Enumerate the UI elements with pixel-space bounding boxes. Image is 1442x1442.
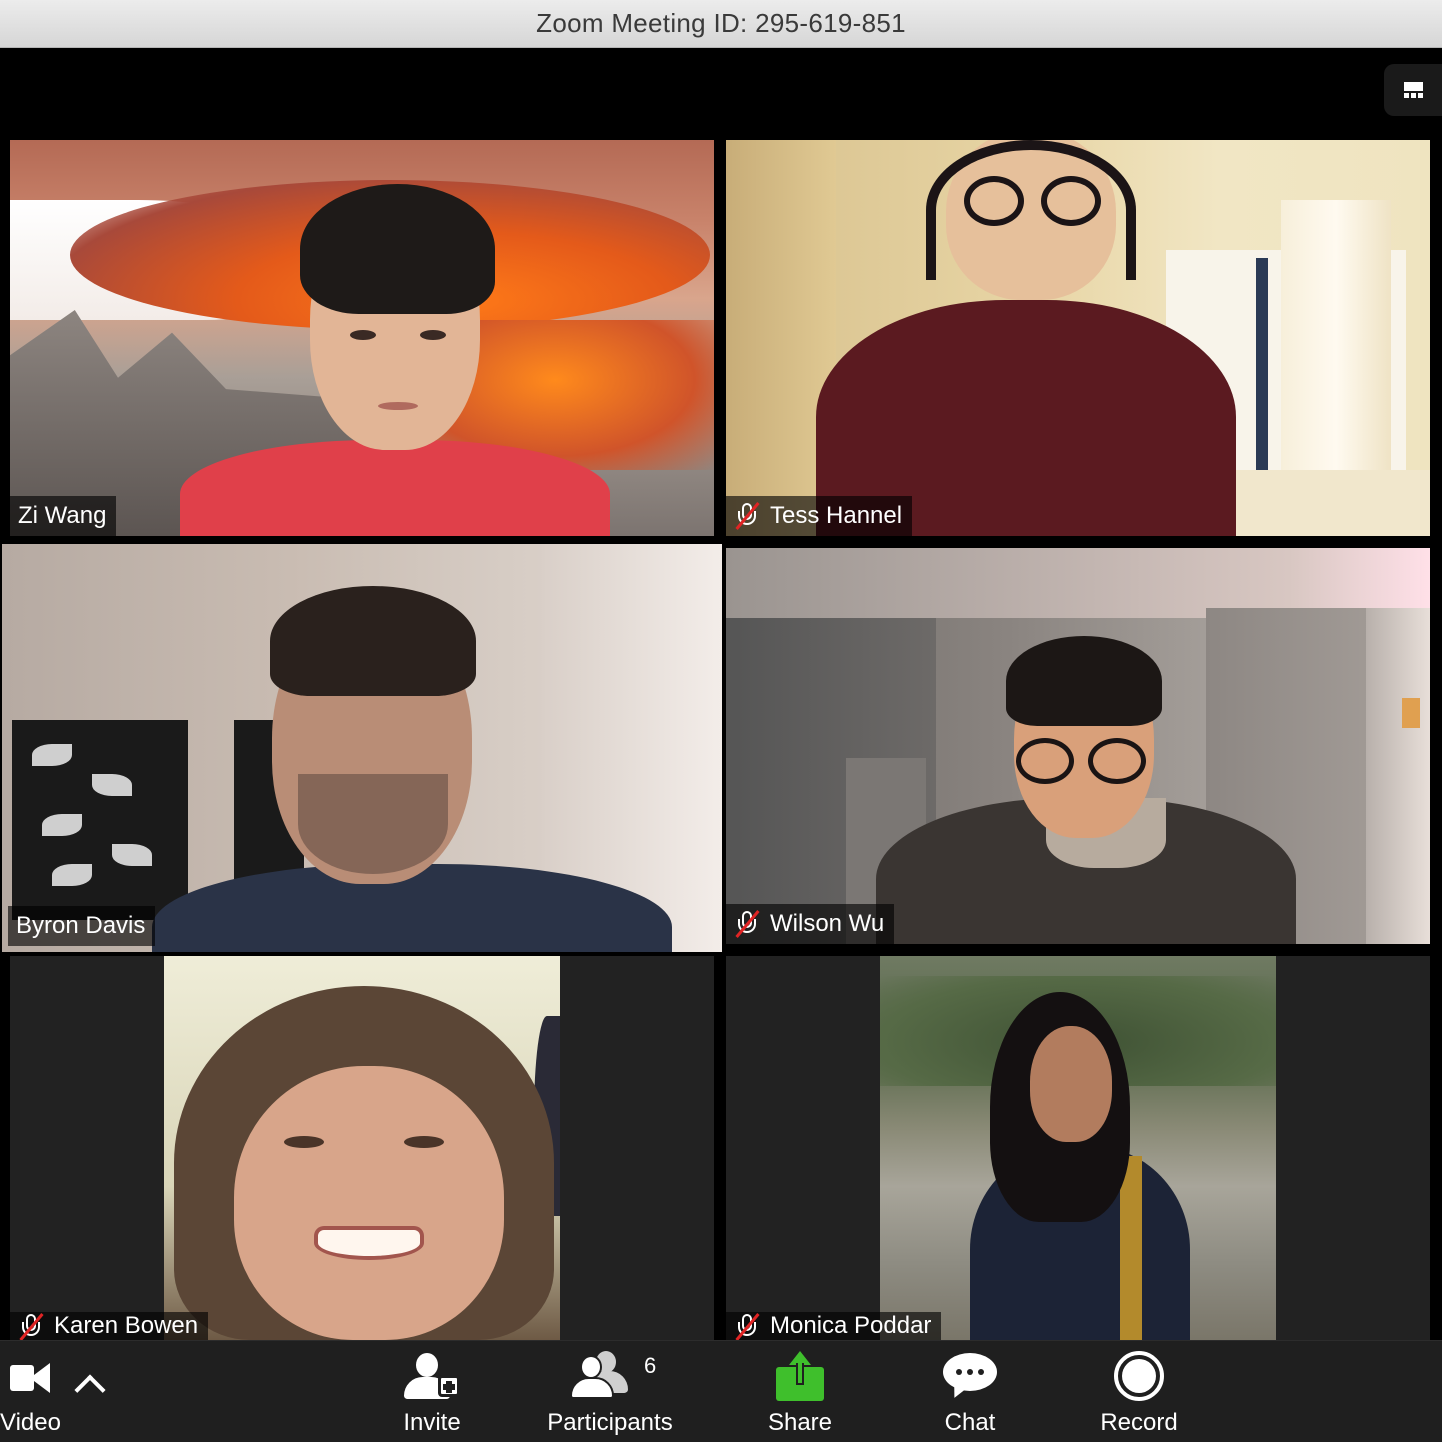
window-title: Zoom Meeting ID: 295-619-851 bbox=[536, 8, 906, 38]
gallery-view-button[interactable] bbox=[1384, 64, 1442, 116]
video-tile-zi-wang[interactable]: Zi Wang bbox=[10, 140, 714, 536]
record-icon bbox=[1114, 1351, 1164, 1401]
chat-label: Chat bbox=[944, 1409, 996, 1436]
share-label: Share bbox=[767, 1409, 833, 1436]
glasses bbox=[1016, 738, 1074, 784]
participant-name-tag: Zi Wang bbox=[10, 496, 117, 536]
record-label: Record bbox=[1100, 1409, 1178, 1436]
profile-photo bbox=[164, 956, 560, 1340]
participants-button[interactable]: 6 Participants bbox=[540, 1341, 680, 1442]
headphones bbox=[926, 140, 1136, 280]
chevron-up-icon bbox=[74, 1374, 106, 1406]
participant-name: Karen Bowen bbox=[54, 1312, 199, 1339]
participant-name: Zi Wang bbox=[18, 502, 107, 529]
participant-name-tag: Byron Davis bbox=[8, 906, 156, 946]
participant-name-tag: Tess Hannel bbox=[726, 496, 913, 536]
participant-name: Byron Davis bbox=[16, 912, 146, 939]
video-label: Video bbox=[0, 1409, 61, 1436]
curtain bbox=[1281, 200, 1391, 490]
mic-muted-icon bbox=[734, 1312, 760, 1340]
video-options-button[interactable] bbox=[70, 1341, 110, 1442]
share-screen-icon bbox=[776, 1351, 824, 1401]
video-tile-tess-hannel[interactable]: Tess Hannel bbox=[726, 140, 1430, 536]
video-tile-byron-davis[interactable]: Byron Davis bbox=[2, 544, 722, 952]
video-tile-karen-bowen[interactable]: Karen Bowen bbox=[10, 956, 714, 1340]
participant-name: Wilson Wu bbox=[770, 910, 885, 937]
participant-name-tag: Wilson Wu bbox=[726, 904, 895, 944]
participants-icon bbox=[570, 1351, 634, 1401]
chat-bubble-icon bbox=[943, 1351, 997, 1402]
window-titlebar: Zoom Meeting ID: 295-619-851 bbox=[0, 0, 1442, 48]
mic-muted-icon bbox=[734, 501, 760, 531]
participants-count-badge: 6 bbox=[644, 1353, 657, 1378]
profile-photo bbox=[880, 956, 1276, 1340]
video-tile-wilson-wu[interactable]: Wilson Wu bbox=[726, 548, 1430, 944]
record-button[interactable]: Record bbox=[1094, 1341, 1184, 1442]
person-face bbox=[1030, 1026, 1112, 1142]
participant-name-tag: Monica Poddar bbox=[726, 1312, 942, 1340]
mic-muted-icon bbox=[18, 1312, 44, 1340]
participant-name: Monica Poddar bbox=[770, 1312, 932, 1339]
mic-muted-icon bbox=[734, 909, 760, 939]
meeting-toolbar: Video Invite 6 Participants Share Chat R… bbox=[0, 1340, 1442, 1442]
video-camera-icon bbox=[10, 1361, 50, 1393]
participants-label: Participants bbox=[547, 1409, 673, 1436]
gallery-view-icon bbox=[1403, 82, 1423, 98]
bed bbox=[1216, 470, 1430, 536]
chat-button[interactable]: Chat bbox=[930, 1341, 1010, 1442]
participant-name: Tess Hannel bbox=[770, 502, 903, 529]
invite-user-icon bbox=[402, 1351, 462, 1401]
invite-label: Invite bbox=[403, 1409, 461, 1436]
person-face bbox=[234, 1066, 504, 1340]
video-tile-monica-poddar[interactable]: Monica Poddar bbox=[726, 956, 1430, 1340]
video-button[interactable]: Video bbox=[0, 1341, 61, 1442]
person-shirt bbox=[180, 440, 610, 536]
share-screen-button[interactable]: Share bbox=[760, 1341, 840, 1442]
participant-name-tag: Karen Bowen bbox=[10, 1312, 209, 1340]
invite-button[interactable]: Invite bbox=[386, 1341, 478, 1442]
